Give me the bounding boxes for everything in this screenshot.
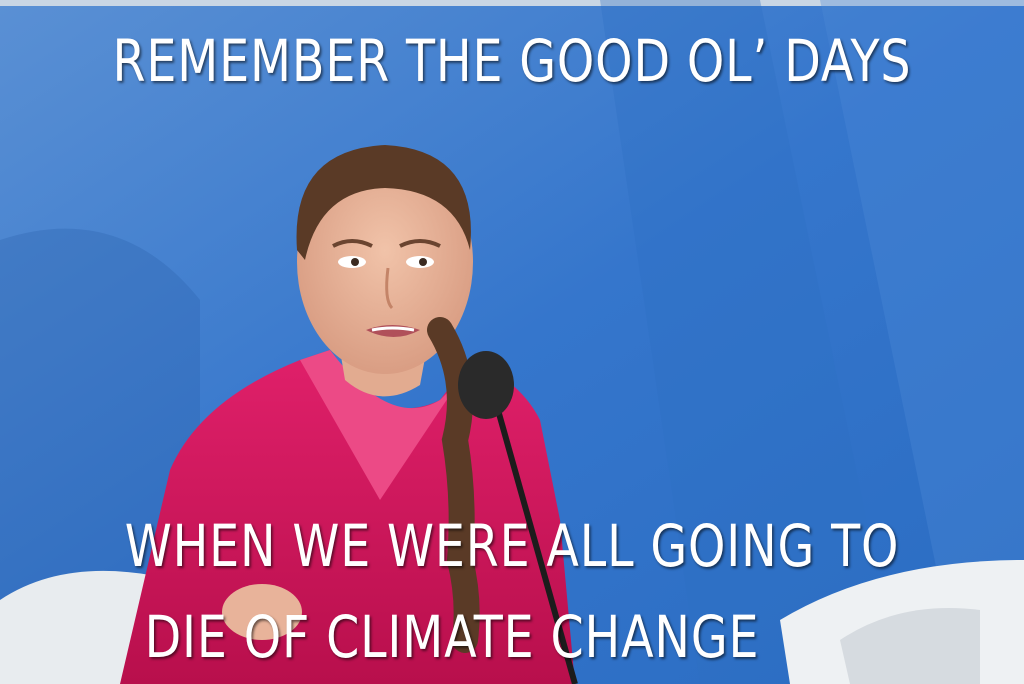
meme-image: REMEMBER THE GOOD OL’ DAYS WHEN WE WERE … <box>0 0 1024 684</box>
photo-scene <box>0 0 1024 684</box>
top-caption: REMEMBER THE GOOD OL’ DAYS <box>112 27 912 95</box>
microphone-head <box>458 351 514 419</box>
bottom-caption-line-2: DIE OF CLIMATE CHANGE <box>144 603 760 671</box>
bottom-caption-line-1: WHEN WE WERE ALL GOING TO <box>124 512 900 580</box>
